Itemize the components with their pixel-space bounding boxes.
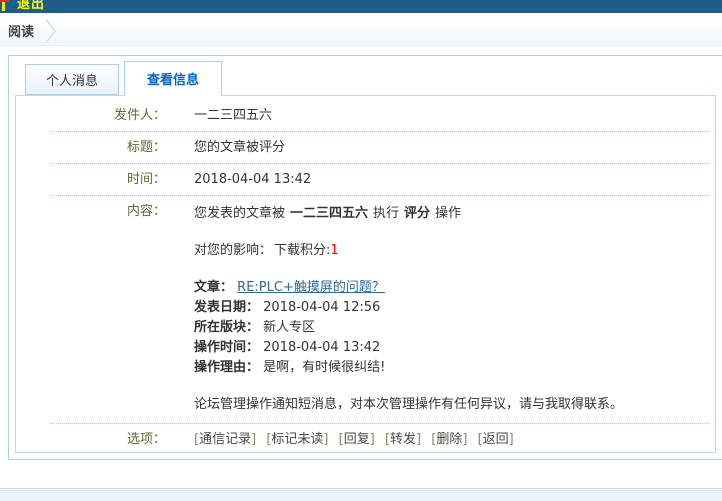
content-body: 您发表的文章被一二三四五六执行评分操作 对您的影响：下载积分:1 文章： RE:…	[194, 204, 623, 415]
impact-label: 对您的影响：	[194, 243, 272, 258]
post-date-line: 发表日期： 2018-04-04 12:56	[194, 298, 623, 318]
admin-note: 论坛管理操作通知短消息，对本次管理操作有任何异议，请与我取得联系。	[194, 395, 623, 415]
option-forward[interactable]: [转发]	[385, 432, 421, 447]
message-panel: 个人消息 查看信息 发件人： 一二三四五六 标题： 您的文章被评分 时间： 20…	[8, 55, 722, 460]
tab-bar: 个人消息 查看信息	[15, 62, 716, 95]
tab-personal-messages[interactable]: 个人消息	[25, 64, 119, 95]
option-mark-unread[interactable]: [标记未读]	[266, 432, 328, 447]
post-date-value: 2018-04-04 12:56	[263, 300, 380, 315]
message-content-box: 发件人： 一二三四五六 标题： 您的文章被评分 时间： 2018-04-04 1…	[15, 95, 716, 453]
clipped-exclamation-icon	[2, 2, 5, 11]
options-links: [通信记录] [标记未读] [回复] [转发] [删除] [返回]	[194, 432, 520, 447]
page-title: 阅读	[8, 21, 34, 40]
article-label: 文章：	[194, 280, 233, 295]
options-row: 选项： [通信记录] [标记未读] [回复] [转发] [删除] [返回]	[16, 424, 715, 453]
content-row: 内容： 您发表的文章被一二三四五六执行评分操作 对您的影响：下载积分:1 文章：…	[16, 196, 715, 423]
content-label: 内容：	[56, 204, 166, 415]
operation-time-value: 2018-04-04 13:42	[263, 340, 380, 355]
sender-label: 发件人：	[56, 108, 166, 123]
operation-time-line: 操作时间： 2018-04-04 13:42	[194, 338, 623, 358]
footer-divider	[0, 488, 722, 489]
option-reply[interactable]: [回复]	[339, 432, 375, 447]
summary-username: 一二三四五六	[290, 206, 368, 221]
article-line: 文章： RE:PLC+触摸屏的问题？	[194, 278, 623, 298]
action-summary-line: 您发表的文章被一二三四五六执行评分操作	[194, 204, 623, 224]
time-value: 2018-04-04 13:42	[194, 172, 311, 187]
post-date-label: 发表日期：	[194, 300, 259, 315]
top-navigation-bar: 退出	[0, 0, 722, 13]
subject-value: 您的文章被评分	[194, 140, 285, 155]
reason-label: 操作理由：	[194, 360, 259, 375]
breadcrumb: 阅读	[0, 16, 722, 46]
article-link[interactable]: RE:PLC+触摸屏的问题？	[237, 280, 385, 295]
reason-line: 操作理由： 是啊，有时候很纠结!	[194, 358, 623, 378]
time-row: 时间： 2018-04-04 13:42	[16, 164, 715, 195]
summary-suffix: 操作	[435, 206, 461, 221]
option-return[interactable]: [返回]	[478, 432, 514, 447]
reason-value: 是啊，有时候很纠结!	[263, 360, 385, 375]
options-label: 选项：	[56, 432, 166, 447]
time-label: 时间：	[56, 172, 166, 187]
summary-mid: 执行	[373, 206, 399, 221]
operation-time-label: 操作时间：	[194, 340, 259, 355]
summary-prefix: 您发表的文章被	[194, 206, 285, 221]
forum-line: 所在版块： 新人专区	[194, 318, 623, 338]
impact-text: 下载积分:	[274, 243, 330, 258]
sender-value: 一二三四五六	[194, 108, 272, 123]
forum-label: 所在版块：	[194, 320, 259, 335]
option-delete[interactable]: [删除]	[431, 432, 467, 447]
option-comm-log[interactable]: [通信记录]	[194, 432, 256, 447]
subject-label: 标题：	[56, 140, 166, 155]
summary-action: 评分	[404, 206, 430, 221]
forum-value: 新人专区	[263, 320, 315, 335]
footer-strip	[0, 490, 722, 501]
logout-link[interactable]: 退出	[17, 0, 45, 12]
subject-row: 标题： 您的文章被评分	[16, 132, 715, 163]
impact-value: 1	[330, 243, 338, 258]
tab-view-message[interactable]: 查看信息	[124, 61, 222, 96]
impact-line: 对您的影响：下载积分:1	[194, 241, 623, 261]
sender-row: 发件人： 一二三四五六	[16, 100, 715, 131]
breadcrumb-chevron-icon	[44, 18, 60, 44]
